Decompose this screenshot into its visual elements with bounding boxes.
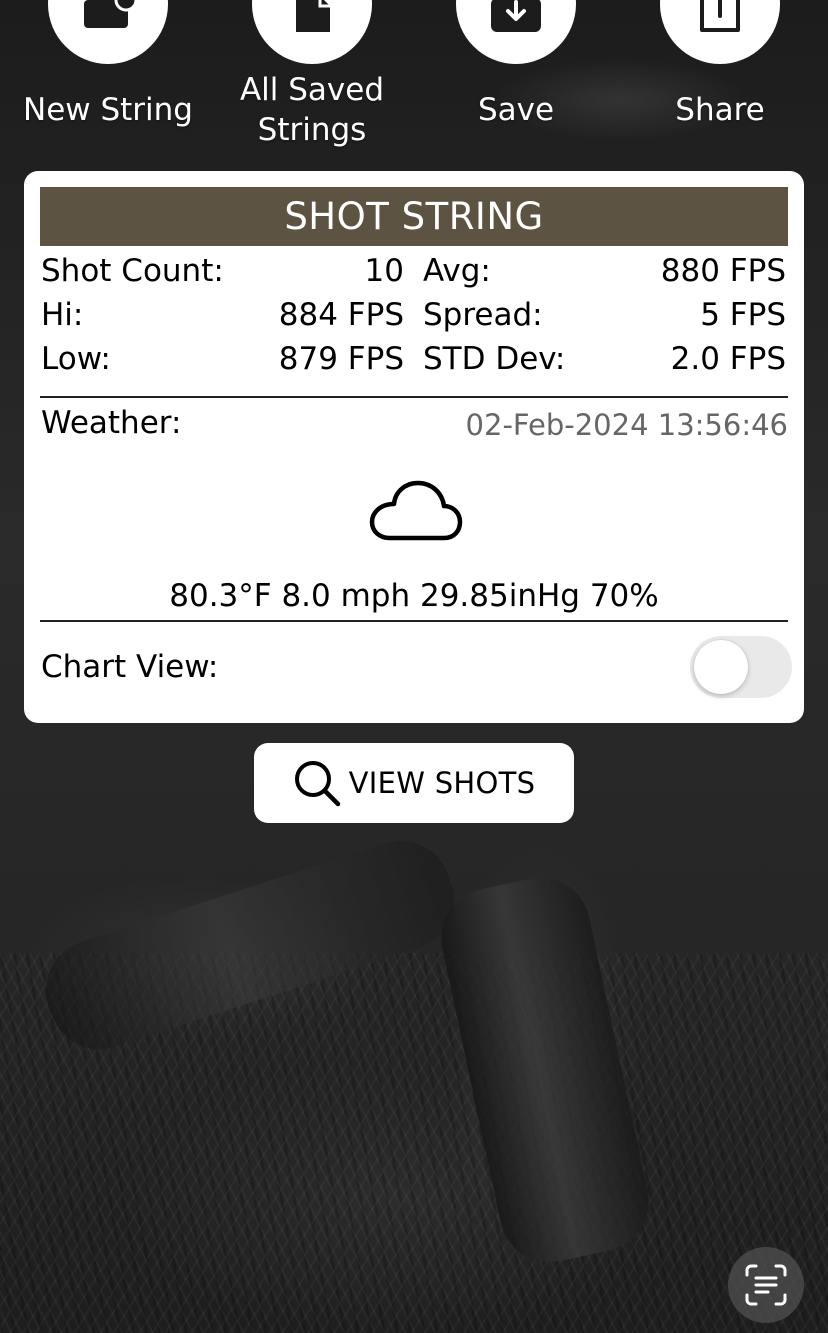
shot-count-label: Shot Count: (41, 253, 224, 289)
low-label: Low: (41, 341, 111, 377)
toggle-knob (694, 640, 748, 694)
new-string-button[interactable] (48, 0, 168, 64)
new-string-icon (84, 0, 136, 28)
std-dev-value: 2.0 FPS (670, 341, 786, 377)
save-button[interactable] (456, 0, 576, 64)
weather-label: Weather: (41, 405, 182, 441)
cloud-icon (369, 480, 463, 541)
copy-icon (296, 0, 330, 32)
scan-text-icon (745, 1264, 787, 1306)
weather-timestamp: 02-Feb-2024 13:56:46 (465, 408, 788, 442)
avg-label: Avg: (423, 253, 491, 289)
all-saved-strings-button[interactable] (252, 0, 372, 64)
save-label: Save (477, 92, 555, 128)
divider (40, 396, 788, 398)
share-button[interactable] (660, 0, 780, 64)
chart-view-toggle[interactable] (690, 636, 792, 698)
share-icon (700, 0, 740, 32)
view-shots-button[interactable]: VIEW SHOTS (254, 743, 574, 823)
view-shots-label: VIEW SHOTS (348, 766, 536, 800)
scan-text-button[interactable] (728, 1247, 804, 1323)
hi-value: 884 FPS (278, 297, 404, 333)
shot-string-card: SHOT STRING Shot Count: 10 Avg: 880 FPS … (24, 171, 804, 723)
spread-label: Spread: (423, 297, 543, 333)
weather-conditions: 80.3°F 8.0 mph 29.85inHg 70% (169, 578, 659, 614)
hi-label: Hi: (41, 297, 84, 333)
search-icon (294, 761, 340, 807)
spread-value: 5 FPS (700, 297, 786, 333)
save-icon (491, 0, 541, 32)
divider (40, 620, 788, 622)
share-label: Share (675, 92, 765, 128)
avg-value: 880 FPS (660, 253, 786, 289)
card-title: SHOT STRING (40, 187, 788, 246)
chart-view-label: Chart View: (41, 649, 219, 685)
all-saved-strings-label: All Saved Strings (239, 72, 385, 148)
shot-count-value: 10 (364, 253, 404, 289)
low-value: 879 FPS (278, 341, 404, 377)
std-dev-label: STD Dev: (423, 341, 566, 377)
new-string-label: New String (23, 92, 193, 128)
